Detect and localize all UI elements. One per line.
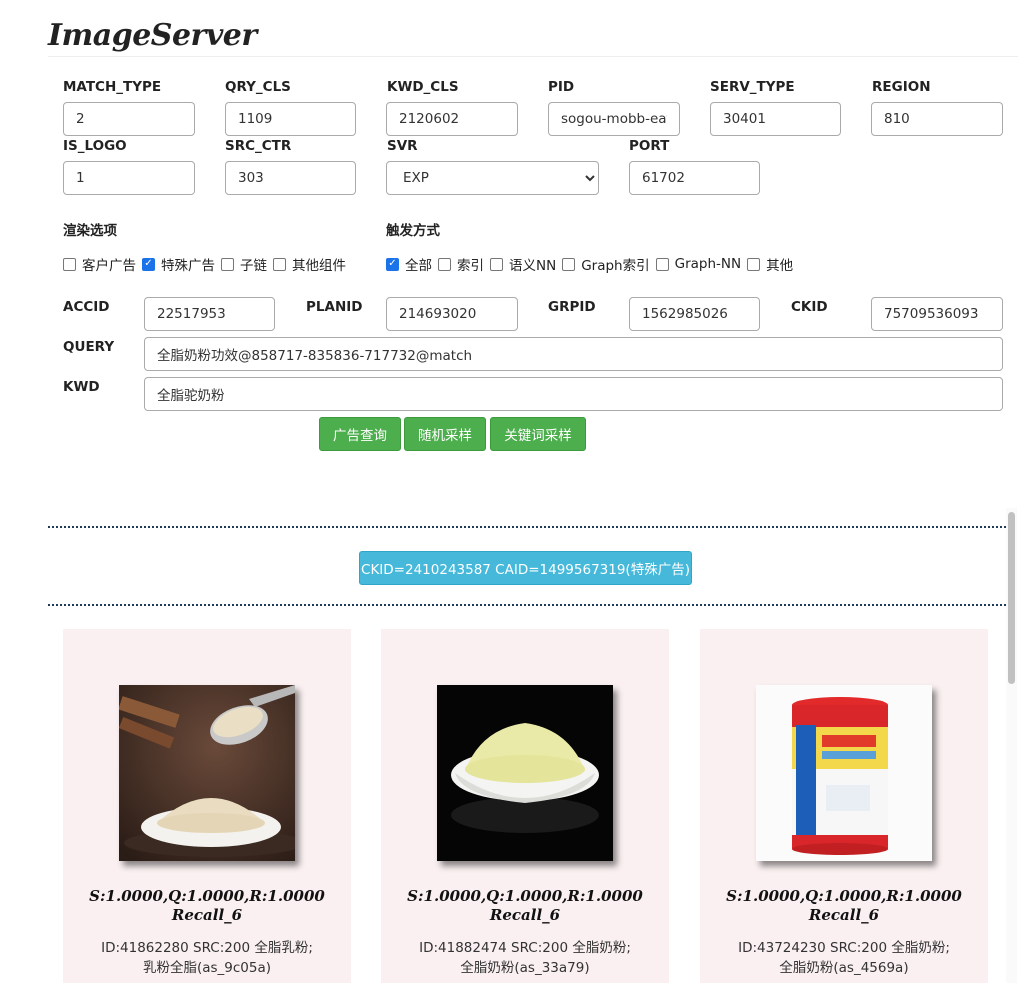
- match-type-input[interactable]: [63, 102, 195, 136]
- checkbox-graph-index[interactable]: [562, 257, 576, 271]
- checkbox-label: 其他: [766, 258, 794, 274]
- kwd-input[interactable]: [144, 377, 1003, 411]
- svr-label: SVR: [387, 138, 418, 154]
- serv-type-input[interactable]: [710, 102, 841, 136]
- app-logo: ImageServer: [48, 18, 257, 53]
- is-logo-label: IS_LOGO: [63, 138, 127, 154]
- pid-input[interactable]: [548, 102, 680, 136]
- checkbox-other[interactable]: [747, 257, 761, 271]
- port-label: PORT: [629, 138, 670, 154]
- ckid-label: CKID: [791, 299, 828, 315]
- check-icon: ✓: [388, 258, 397, 269]
- result-ad-info-button[interactable]: CKID=2410243587 CAID=1499567319(特殊广告): [359, 551, 692, 585]
- section-divider-bottom: [48, 604, 1006, 606]
- query-input[interactable]: [144, 337, 1003, 371]
- checkbox-label: 子链: [240, 258, 267, 274]
- trigger-options-group: ✓ 全部 索引 语义NN Graph索引 Graph-NN 其他: [386, 254, 799, 274]
- planid-input[interactable]: [386, 297, 518, 331]
- checkbox-label: 语义NN: [509, 258, 557, 274]
- src-ctr-label: SRC_CTR: [225, 138, 292, 154]
- checkbox-semantic-nn[interactable]: [490, 257, 503, 271]
- checkbox-special-ad[interactable]: ✓: [142, 257, 155, 271]
- checkbox-all[interactable]: ✓: [386, 257, 399, 271]
- kwd-label: KWD: [63, 379, 100, 395]
- milk-powder-spoon-bowl-image[interactable]: [119, 685, 295, 861]
- scrollbar-thumb[interactable]: [1008, 512, 1015, 684]
- ad-query-button[interactable]: 广告查询: [319, 417, 401, 451]
- qry-cls-input[interactable]: [225, 102, 356, 136]
- checkbox-label: 全部: [405, 258, 432, 274]
- match-type-label: MATCH_TYPE: [63, 79, 162, 95]
- header-divider: [48, 56, 1018, 57]
- check-icon: ✓: [144, 258, 153, 269]
- pid-label: PID: [548, 79, 575, 95]
- qry-cls-label: QRY_CLS: [225, 79, 291, 95]
- checkbox-customer-ad[interactable]: [63, 257, 76, 271]
- checkbox-label: 客户广告: [82, 258, 136, 274]
- checkbox-index[interactable]: [438, 257, 451, 271]
- src-ctr-input[interactable]: [225, 161, 356, 195]
- kwd-cls-input[interactable]: [386, 102, 518, 136]
- checkbox-graph-nn[interactable]: [655, 257, 669, 271]
- checkbox-label: Graph-NN: [674, 256, 742, 272]
- card-recall: Recall_6: [489, 906, 561, 924]
- checkbox-other-components[interactable]: [273, 257, 286, 271]
- section-divider-top: [48, 526, 1006, 528]
- card-recall: Recall_6: [171, 906, 243, 924]
- card-recall: Recall_6: [808, 906, 880, 924]
- result-card: S:1.0000,Q:1.0000,R:1.0000 Recall_6 ID:4…: [700, 629, 988, 983]
- checkbox-sublink[interactable]: [221, 257, 234, 271]
- grpid-label: GRPID: [548, 299, 596, 315]
- trigger-mode-label: 触发方式: [386, 223, 440, 239]
- serv-type-label: SERV_TYPE: [710, 79, 795, 95]
- ckid-input[interactable]: [871, 297, 1003, 331]
- kwd-cls-label: KWD_CLS: [387, 79, 459, 95]
- render-options-label: 渲染选项: [63, 223, 117, 239]
- query-label: QUERY: [63, 339, 115, 355]
- is-logo-input[interactable]: [63, 161, 195, 195]
- card-score: S:1.0000,Q:1.0000,R:1.0000: [726, 887, 962, 905]
- checkbox-label: 索引: [457, 258, 484, 274]
- planid-label: PLANID: [306, 299, 363, 315]
- checkbox-label: Graph索引: [581, 258, 650, 274]
- accid-input[interactable]: [144, 297, 275, 331]
- result-card: S:1.0000,Q:1.0000,R:1.0000 Recall_6 ID:4…: [381, 629, 669, 983]
- checkbox-label: 其他组件: [292, 258, 346, 274]
- keyword-sample-button[interactable]: 关键词采样: [490, 417, 586, 451]
- card-description: ID:41862280 SRC:200 全脂乳粉;乳粉全脂(as_9c05a): [101, 940, 313, 976]
- render-options-group: 客户广告 ✓ 特殊广告 子链 其他组件: [63, 254, 352, 274]
- nestle-milk-powder-can-image[interactable]: [756, 685, 932, 861]
- grpid-input[interactable]: [629, 297, 760, 331]
- result-card: S:1.0000,Q:1.0000,R:1.0000 Recall_6 ID:4…: [63, 629, 351, 983]
- accid-label: ACCID: [63, 299, 110, 315]
- svr-select[interactable]: EXP: [386, 161, 599, 195]
- checkbox-label: 特殊广告: [161, 258, 215, 274]
- card-score: S:1.0000,Q:1.0000,R:1.0000: [407, 887, 643, 905]
- port-input[interactable]: [629, 161, 760, 195]
- region-label: REGION: [872, 79, 931, 95]
- milk-powder-plate-image[interactable]: [437, 685, 613, 861]
- random-sample-button[interactable]: 随机采样: [404, 417, 486, 451]
- card-description: ID:41882474 SRC:200 全脂奶粉;全脂奶粉(as_33a79): [419, 940, 631, 976]
- card-score: S:1.0000,Q:1.0000,R:1.0000: [89, 887, 325, 905]
- region-input[interactable]: [871, 102, 1003, 136]
- card-description: ID:43724230 SRC:200 全脂奶粉;全脂奶粉(as_4569a): [738, 940, 950, 976]
